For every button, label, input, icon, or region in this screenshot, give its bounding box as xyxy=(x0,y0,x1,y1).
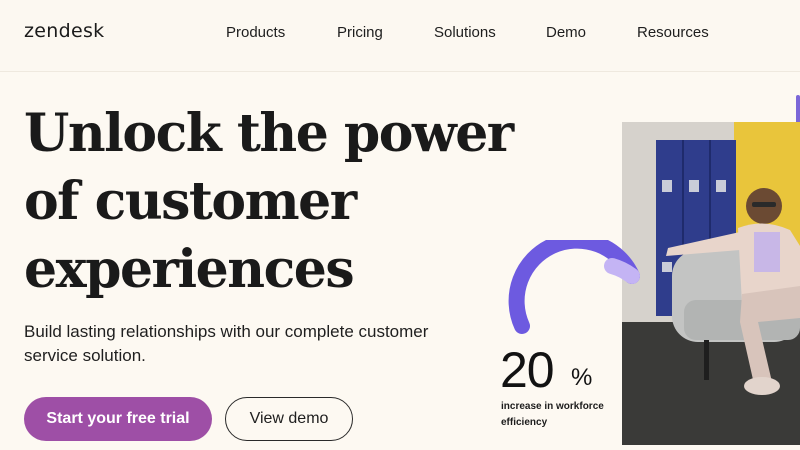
headline-line-2: of customer xyxy=(24,171,357,232)
stat-unit: % xyxy=(571,364,593,391)
headline-line-1: Unlock the power xyxy=(24,103,514,164)
accent-decoration xyxy=(796,95,800,125)
nav-solutions[interactable]: Solutions xyxy=(434,24,496,41)
hero-headline: Unlock the power of customer experiences xyxy=(24,100,514,304)
stat-value: 20 xyxy=(500,342,555,398)
zendesk-logo[interactable]: zendesk xyxy=(24,20,104,42)
nav-demo[interactable]: Demo xyxy=(546,24,586,41)
stat-caption: increase in workforce efficiency xyxy=(501,401,604,428)
view-demo-button[interactable]: View demo xyxy=(225,397,353,441)
nav-pricing[interactable]: Pricing xyxy=(337,24,383,41)
nav-products[interactable]: Products xyxy=(226,24,285,41)
nav-resources[interactable]: Resources xyxy=(637,24,709,41)
progress-arc xyxy=(508,240,640,334)
headline-line-3: experiences xyxy=(24,239,355,300)
top-navigation: zendesk Products Pricing Solutions Demo … xyxy=(0,0,800,72)
start-free-trial-button[interactable]: Start your free trial xyxy=(24,397,212,441)
hero-subtext: Build lasting relationships with our com… xyxy=(24,322,429,365)
